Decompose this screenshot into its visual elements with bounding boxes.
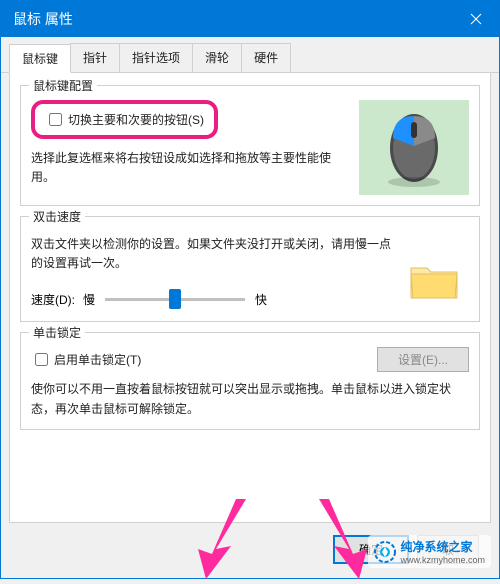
watermark-brand: 纯净系统之家 xyxy=(400,540,472,554)
tab-pointers[interactable]: 指针 xyxy=(70,43,120,72)
clicklock-settings-button: 设置(E)... xyxy=(377,347,469,372)
watermark-logo-icon xyxy=(374,541,396,563)
speed-slow-label: 慢 xyxy=(83,291,95,308)
group-button-config: 鼠标键配置 切换主要和次要的按钮(S) 选择此复选框来将右按钮设成如选择和拖放等… xyxy=(20,85,480,206)
watermark-url: www.kzmyhome.com xyxy=(400,555,485,565)
window-title: 鼠标 属性 xyxy=(13,9,73,29)
clicklock-label: 启用单击锁定(T) xyxy=(54,351,141,368)
mouse-icon xyxy=(384,108,444,188)
group-doubleclick: 双击速度 双击文件夹以检测你的设置。如果文件夹没打开或关闭，请用慢一点的设置再试… xyxy=(20,216,480,322)
close-button[interactable] xyxy=(453,1,499,37)
highlight-annotation: 切换主要和次要的按钮(S) xyxy=(31,100,218,139)
group-clicklock-title: 单击锁定 xyxy=(29,324,85,341)
group-clicklock: 单击锁定 启用单击锁定(T) 设置(E)... 使你可以不用一直按着鼠标按钮就可… xyxy=(20,332,480,429)
group-button-config-title: 鼠标键配置 xyxy=(29,77,97,94)
clicklock-row[interactable]: 启用单击锁定(T) xyxy=(31,350,141,369)
speed-slider[interactable] xyxy=(105,289,245,309)
tab-strip: 鼠标键 指针 指针选项 滑轮 硬件 xyxy=(1,37,499,73)
tab-buttons[interactable]: 鼠标键 xyxy=(9,44,71,73)
swap-buttons-desc: 选择此复选框来将右按钮设成如选择和拖放等主要性能使用。 xyxy=(31,149,351,187)
clicklock-checkbox[interactable] xyxy=(35,353,48,366)
speed-fast-label: 快 xyxy=(255,291,267,308)
tab-content: 鼠标键配置 切换主要和次要的按钮(S) 选择此复选框来将右按钮设成如选择和拖放等… xyxy=(9,73,491,523)
clicklock-desc: 使你可以不用一直按着鼠标按钮就可以突出显示或拖拽。单击鼠标以进入锁定状态，再次单… xyxy=(31,380,469,418)
speed-slider-row: 速度(D): 慢 快 xyxy=(31,287,391,311)
mouse-properties-dialog: 鼠标 属性 鼠标键 指针 指针选项 滑轮 硬件 鼠标键配置 切换主要和次要的按钮… xyxy=(0,0,500,579)
tab-hardware[interactable]: 硬件 xyxy=(241,43,291,72)
swap-buttons-checkbox[interactable] xyxy=(49,113,62,126)
close-icon xyxy=(470,13,482,25)
group-doubleclick-title: 双击速度 xyxy=(29,208,85,225)
mouse-preview xyxy=(359,100,469,195)
swap-buttons-label: 切换主要和次要的按钮(S) xyxy=(68,111,204,128)
speed-label: 速度(D): xyxy=(31,291,75,308)
swap-buttons-row[interactable]: 切换主要和次要的按钮(S) xyxy=(45,110,204,129)
tab-wheel[interactable]: 滑轮 xyxy=(192,43,242,72)
folder-preview[interactable] xyxy=(399,251,469,311)
folder-icon xyxy=(409,260,459,302)
doubleclick-desc: 双击文件夹以检测你的设置。如果文件夹没打开或关闭，请用慢一点的设置再试一次。 xyxy=(31,235,391,273)
tab-pointer-options[interactable]: 指针选项 xyxy=(119,43,193,72)
titlebar: 鼠标 属性 xyxy=(1,1,499,37)
watermark: 纯净系统之家 www.kzmyhome.com xyxy=(368,535,491,568)
